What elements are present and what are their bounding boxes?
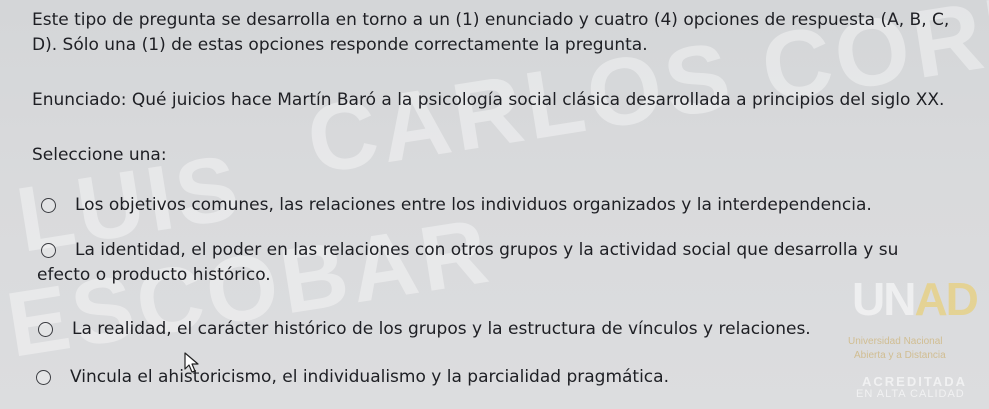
logo-accreditation: ACREDITADA	[862, 374, 967, 389]
answer-option-label: La realidad, el carácter histórico de lo…	[72, 319, 811, 339]
answer-option-label: Vincula el ahistoricismo, el individuali…	[70, 367, 669, 387]
answer-option-a[interactable]: Los objetivos comunes, las relaciones en…	[41, 193, 951, 218]
answer-option-d[interactable]: Vincula el ahistoricismo, el individuali…	[36, 365, 776, 390]
radio-button-d[interactable]	[36, 370, 51, 385]
question-statement: Enunciado: Qué juicios hace Martín Baró …	[32, 90, 945, 110]
logo-university-subname: Abierta y a Distancia	[854, 350, 946, 361]
logo-accreditation-sub: EN ALTA CALIDAD	[856, 388, 965, 400]
radio-button-b[interactable]	[41, 243, 56, 258]
radio-button-c[interactable]	[38, 322, 53, 337]
answer-option-b[interactable]: La identidad, el poder en las relaciones…	[37, 238, 951, 288]
answer-option-label: La identidad, el poder en las relaciones…	[37, 240, 899, 285]
question-instructions: Este tipo de pregunta se desarrolla en t…	[32, 10, 950, 55]
select-prompt: Seleccione una:	[32, 145, 167, 165]
mouse-pointer-icon	[184, 352, 199, 373]
watermark-text: ESCOBAR	[0, 199, 499, 377]
radio-button-a[interactable]	[41, 198, 56, 213]
answer-option-label: Los objetivos comunes, las relaciones en…	[75, 195, 872, 215]
answer-option-c[interactable]: La realidad, el carácter histórico de lo…	[38, 317, 878, 342]
